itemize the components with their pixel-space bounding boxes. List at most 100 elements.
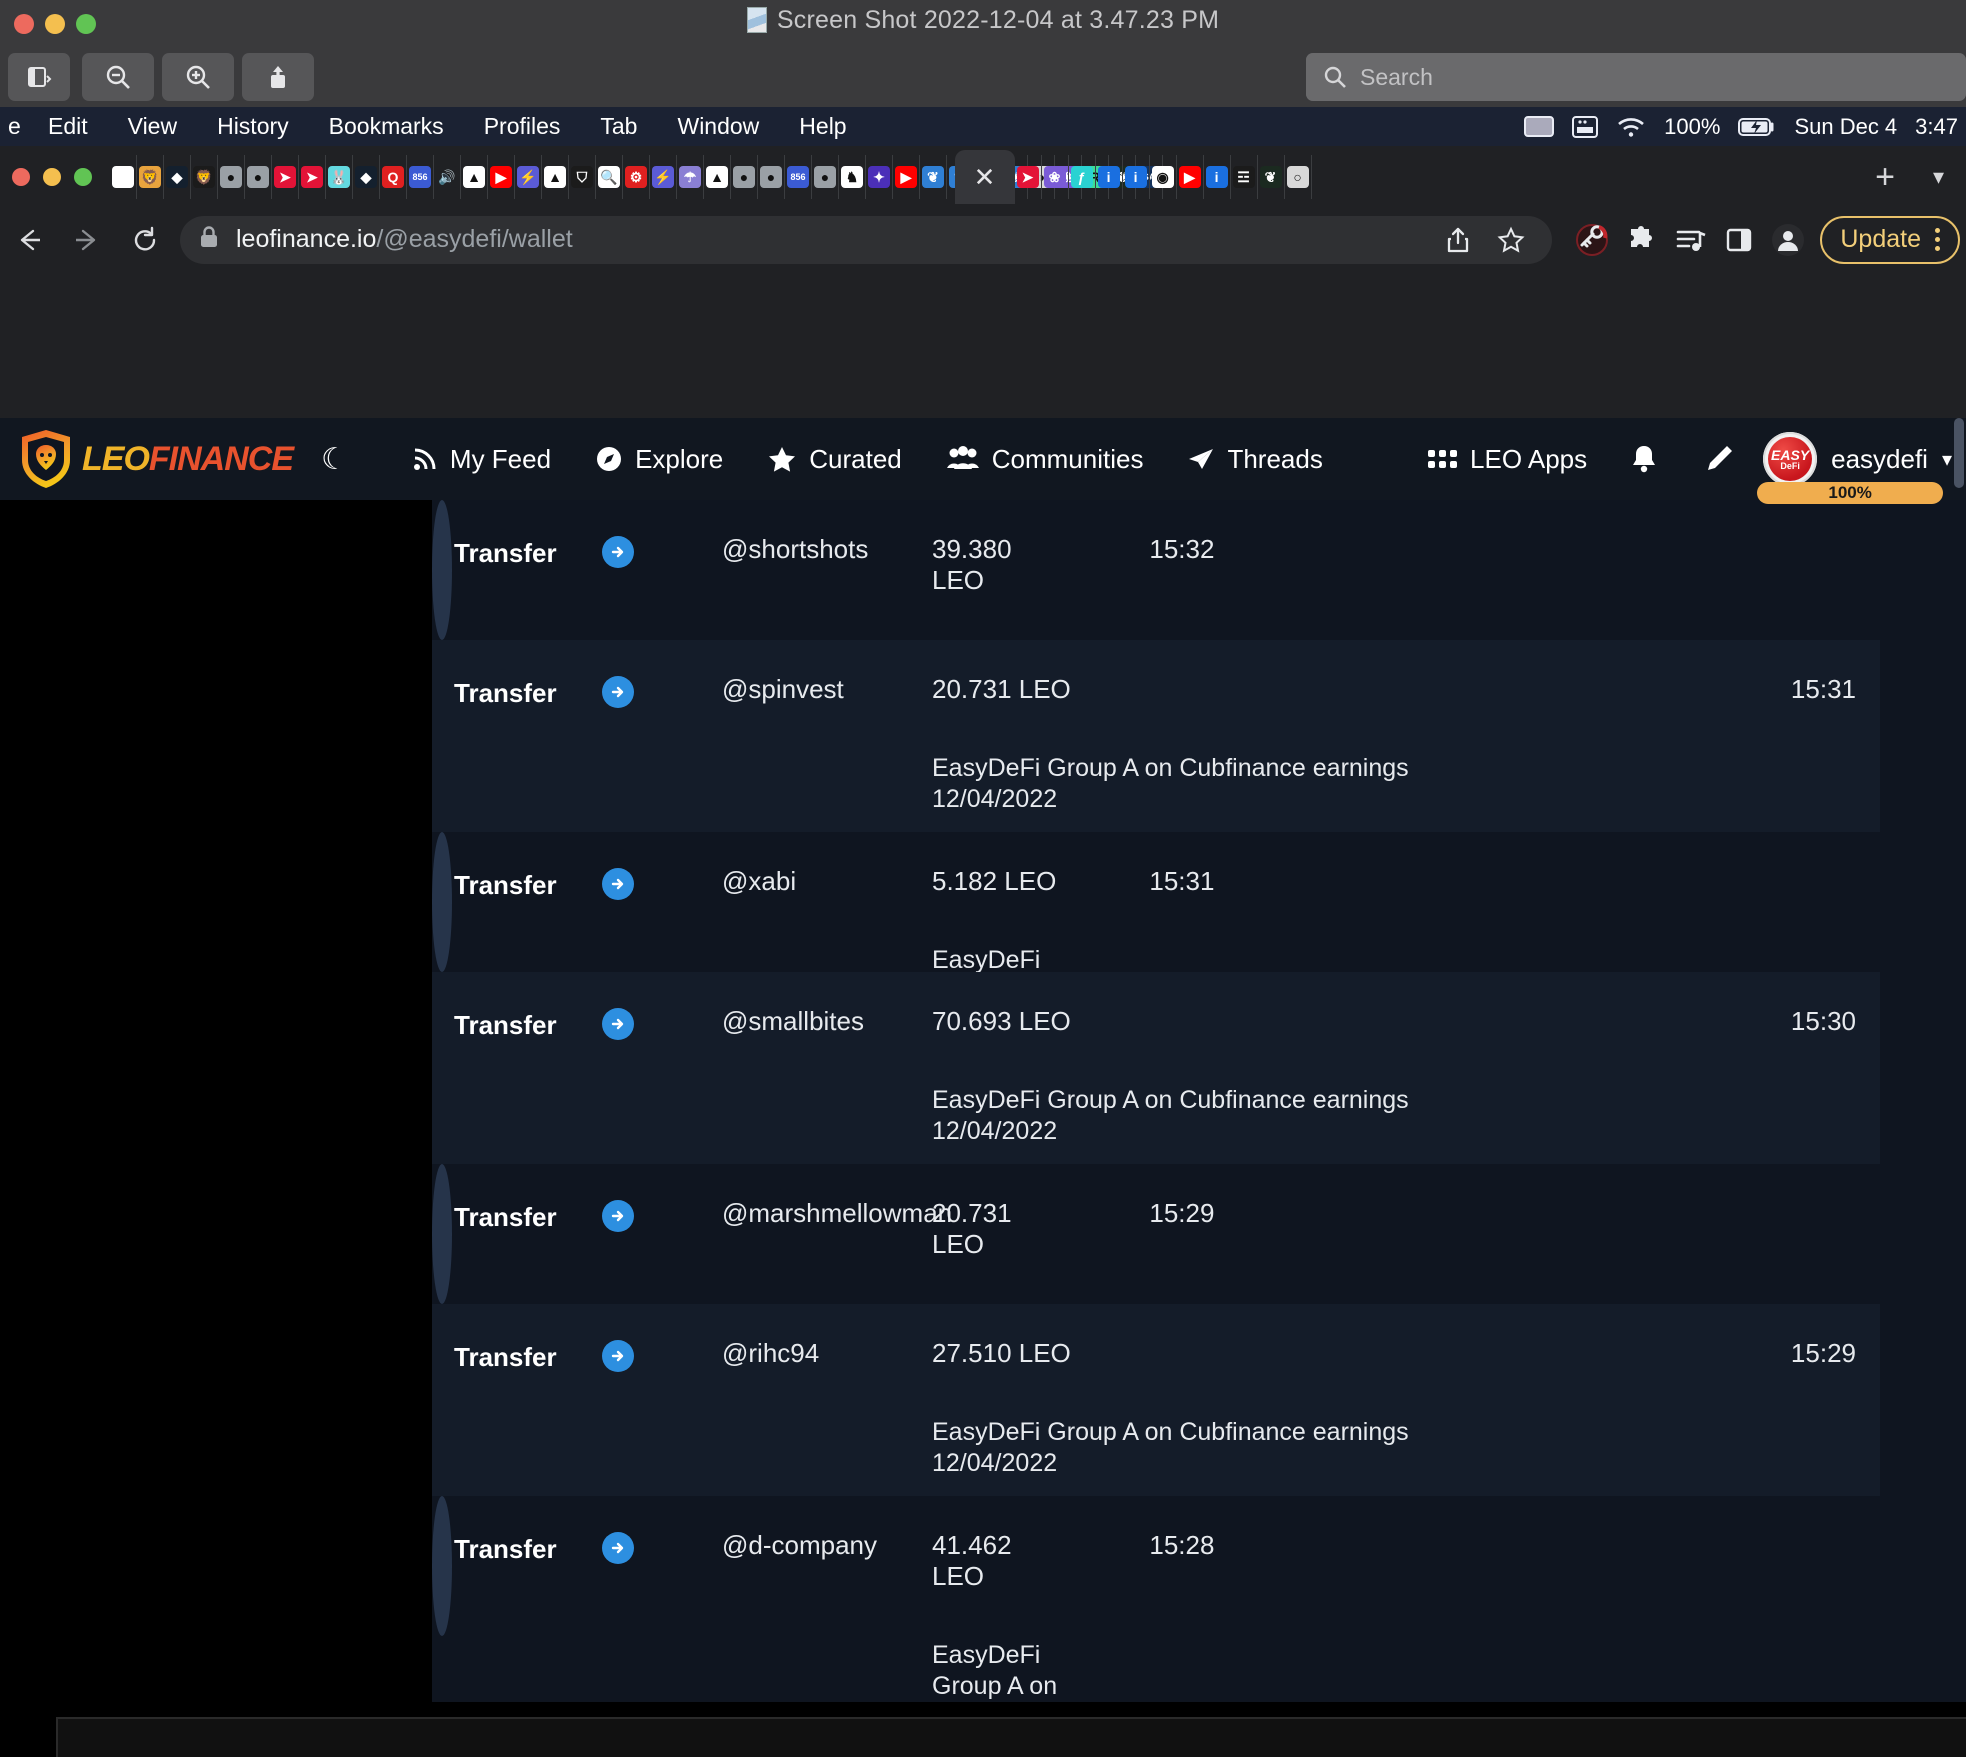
hive-red-tab-2[interactable]: ➤ <box>299 155 326 199</box>
transaction-username[interactable]: @marshmellowman <box>722 1180 952 1229</box>
red-gear-tab[interactable]: ⚙ <box>623 155 650 199</box>
playlist-icon[interactable] <box>1666 226 1716 254</box>
transaction-row[interactable]: Transfer @d-company 41.462 LEO EasyDeFi Gro… <box>432 1496 1214 1757</box>
lion-coin-tab[interactable]: 🦁 <box>137 155 164 199</box>
menu-item-tab[interactable]: Tab <box>580 113 657 140</box>
notification-856-tab[interactable]: 856 <box>407 155 434 199</box>
transaction-username[interactable]: @shortshots <box>722 516 932 565</box>
transaction-row[interactable]: Transfer @smallbites 70.693 LEO EasyDeFi Gr… <box>432 972 1880 1164</box>
hive-globe-tab[interactable]: ● <box>218 155 245 199</box>
notification-856-tab-2[interactable]: 856 <box>785 155 812 199</box>
menu-item-help[interactable]: Help <box>779 113 866 140</box>
menu-item-bookmarks[interactable]: Bookmarks <box>309 113 464 140</box>
parachute-tab[interactable]: ☂ <box>677 155 704 199</box>
hive-globe-tab-5[interactable]: ● <box>812 155 839 199</box>
chevron-down-icon[interactable]: ▾ <box>1942 447 1952 472</box>
back-arrow-icon[interactable] <box>0 225 58 255</box>
mountain-tab-2[interactable]: ▲ <box>542 155 569 199</box>
youtube-tab-3[interactable]: ▶ <box>1177 155 1204 199</box>
moon-icon[interactable]: ☾ <box>321 442 348 477</box>
display-icon[interactable] <box>1524 115 1555 138</box>
wifi-icon[interactable] <box>1616 116 1646 138</box>
hive-globe-tab-4[interactable]: ● <box>758 155 785 199</box>
blank-page-tab[interactable] <box>110 155 137 199</box>
mountain-tab-3[interactable]: ▲ <box>704 155 731 199</box>
bell-icon[interactable] <box>1607 443 1681 475</box>
kebab-menu-icon[interactable] <box>1935 227 1940 251</box>
menu-bar-date[interactable]: Sun Dec 4 <box>1794 114 1897 140</box>
battery-charging-icon[interactable] <box>1738 116 1776 138</box>
profile-avatar-icon[interactable] <box>1762 223 1814 257</box>
teeth-tab[interactable]: ☲ <box>1231 155 1258 199</box>
youtube-tab[interactable]: ▶ <box>488 155 515 199</box>
shield-tab[interactable]: ⛉ <box>569 155 596 199</box>
info-blue-tab[interactable]: i <box>1096 155 1123 199</box>
info-blue-tab-3[interactable]: i <box>1204 155 1231 199</box>
qmark-red-tab[interactable]: Q <box>380 155 407 199</box>
new-tab-button[interactable]: + <box>1859 160 1911 194</box>
splinterlands-tab[interactable]: ⚡ <box>515 155 542 199</box>
pancakeswap-tab[interactable]: 🐰 <box>326 155 353 199</box>
url-input[interactable]: leofinance.io/@easydefi/wallet <box>180 215 1553 264</box>
transaction-username[interactable]: @xabi <box>722 848 932 897</box>
menu-bar-time[interactable]: 3:47 <box>1915 114 1958 140</box>
star-icon[interactable] <box>1488 226 1534 254</box>
hive-red-tab[interactable]: ➤ <box>272 155 299 199</box>
account-menu[interactable]: EASY DeFi easydefi ▾ 100% <box>1757 432 1952 504</box>
mountain-tab[interactable]: ▲ <box>461 155 488 199</box>
leo-apps-button[interactable]: LEO Apps <box>1408 444 1607 475</box>
leaf-green-tab-2[interactable]: ❦ <box>1258 155 1285 199</box>
transaction-username[interactable]: @smallbites <box>722 988 932 1037</box>
browser-tabs[interactable]: 🦁◆🦁●●➤➤🐰◆Q856🔊▲▶⚡▲⛉🔍⚙⚡☂▲●●856●♞✦▶❦❦❦❦◑❀R… <box>110 155 1163 199</box>
avatar-flower-tab-2[interactable]: ❀ <box>1042 155 1069 199</box>
zoom-in-icon[interactable] <box>162 53 234 101</box>
avatar[interactable]: EASY DeFi <box>1763 432 1818 486</box>
menu-item-view[interactable]: View <box>108 113 197 140</box>
sidebar-icon[interactable] <box>8 53 70 101</box>
key-icon[interactable] <box>1566 223 1618 257</box>
horse-tab[interactable]: ♞ <box>839 155 866 199</box>
transaction-row[interactable]: Transfer @spinvest 20.731 LEO EasyDeFi Grou… <box>432 640 1880 832</box>
transaction-row[interactable]: Transfer @rihc94 27.510 LEO EasyDeFi Group … <box>432 1304 1880 1496</box>
browser-traffic-lights[interactable] <box>0 168 110 186</box>
forward-arrow-icon[interactable] <box>58 225 116 255</box>
browser-minimize-button[interactable] <box>43 168 61 186</box>
menu-item-window[interactable]: Window <box>657 113 779 140</box>
preview-search-input[interactable]: Search <box>1306 53 1966 101</box>
brain-tab[interactable]: ❦ <box>920 155 947 199</box>
nav-communities[interactable]: Communities <box>924 444 1166 475</box>
browser-tabs-right[interactable]: ➤ ❀ ƒ i i ◉ ▶ i ☲ ❦ ○ <box>1015 155 1860 199</box>
update-button[interactable]: Update <box>1820 215 1960 264</box>
share-icon[interactable] <box>242 53 314 101</box>
nav-curated[interactable]: Curated <box>745 444 924 475</box>
brave-lion-tab[interactable]: 🦁 <box>191 155 218 199</box>
hive-globe-tab-2[interactable]: ● <box>245 155 272 199</box>
chrome-tab[interactable]: ◉ <box>1150 155 1177 199</box>
transaction-username[interactable]: @rihc94 <box>722 1320 932 1369</box>
puzzle-icon[interactable] <box>1618 225 1666 255</box>
speaker-tab[interactable]: 🔊 <box>434 155 461 199</box>
youtube-tab-2[interactable]: ▶ <box>893 155 920 199</box>
chevron-down-icon[interactable]: ▾ <box>1911 164 1966 190</box>
leo-hex-tab[interactable]: ◆ <box>164 155 191 199</box>
reload-icon[interactable] <box>116 225 174 255</box>
splinterlands-tab-2[interactable]: ⚡ <box>650 155 677 199</box>
search-dollar-tab[interactable]: 🔍 <box>596 155 623 199</box>
hive-globe-tab-3[interactable]: ● <box>731 155 758 199</box>
transaction-row[interactable]: Transfer@xabi5.182 LEOEasyDeFi Group A o… <box>432 832 1214 1096</box>
zoom-out-icon[interactable] <box>82 53 154 101</box>
nav-my-feed[interactable]: My Feed <box>390 444 573 475</box>
browser-close-button[interactable] <box>12 168 30 186</box>
leofinance-logo[interactable]: LEOFINANCE <box>18 428 294 490</box>
leo-hex-tab-2[interactable]: ◆ <box>353 155 380 199</box>
scrollbar-thumb[interactable] <box>1954 418 1964 488</box>
menu-item-app[interactable]: e <box>0 113 28 140</box>
circle-white-tab[interactable]: ○ <box>1285 155 1312 199</box>
pencil-icon[interactable] <box>1681 443 1757 475</box>
nav-threads[interactable]: Threads <box>1165 444 1344 475</box>
close-icon[interactable]: ✕ <box>974 164 996 190</box>
info-blue-tab-2[interactable]: i <box>1123 155 1150 199</box>
active-tab[interactable]: ✕ <box>954 150 1015 204</box>
transaction-row[interactable]: Transfer@shortshots39.380 LEOEasyDeFi Gr… <box>432 500 1214 795</box>
cyan-f-tab[interactable]: ƒ <box>1069 155 1096 199</box>
